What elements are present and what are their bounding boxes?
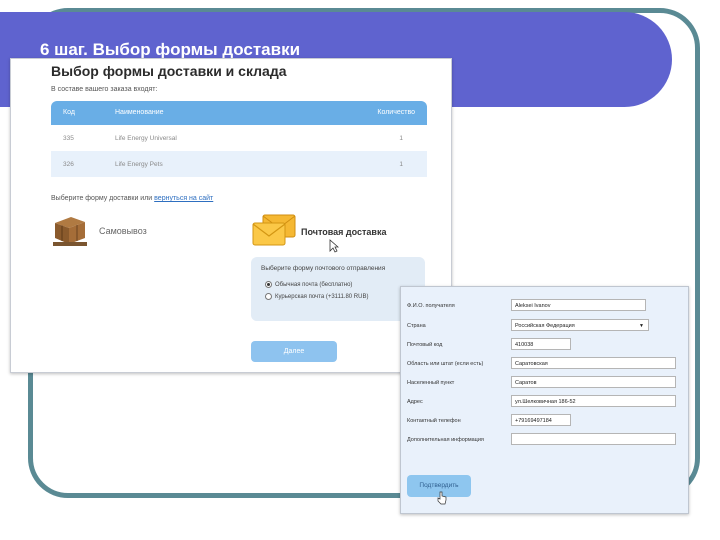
form-label: Страна <box>407 323 426 329</box>
box-icon[interactable] <box>51 213 89 247</box>
shipping-page-title: Выбор формы доставки и склада <box>51 63 287 79</box>
additional-info-field[interactable] <box>511 433 676 445</box>
return-to-site-link[interactable]: вернуться на сайт <box>154 195 213 202</box>
form-label: Населенный пункт <box>407 380 455 386</box>
post-type-title: Выберите форму почтового отправления <box>261 265 386 272</box>
choose-prompt: Выберите форму доставки или <box>51 195 153 202</box>
shipping-screenshot: Выбор формы доставки и склада В составе … <box>10 58 452 373</box>
order-note: В составе вашего заказа входят: <box>51 86 158 93</box>
form-label: Область или штат (если есть) <box>407 361 484 367</box>
row-name: Life Energy Universal <box>115 135 177 142</box>
phone-field[interactable]: +79169497184 <box>511 414 571 426</box>
address-form-screenshot: Ф.И.О. получателя Aleksei Ivanov Страна … <box>400 286 689 514</box>
form-label: Контактный телефон <box>407 418 461 424</box>
slide-title: 6 шаг. Выбор формы доставки <box>40 40 301 59</box>
mouse-cursor-icon <box>437 491 447 505</box>
envelope-icon[interactable] <box>251 213 297 249</box>
recipient-name-field[interactable]: Aleksei Ivanov <box>511 299 646 311</box>
radio-checked-icon <box>265 281 272 288</box>
row-name: Life Energy Pets <box>115 161 163 168</box>
row-code: 326 <box>63 161 74 168</box>
row-qty: 1 <box>399 135 403 142</box>
region-field[interactable]: Саратовская <box>511 357 676 369</box>
choose-shipping-text: Выберите форму доставки или вернуться на… <box>51 195 213 202</box>
post-type-panel: Выберите форму почтового отправления Обы… <box>251 257 425 321</box>
radio-label: Курьерская почта (+3111.80 RUB) <box>275 294 369 301</box>
next-button[interactable]: Далее <box>251 341 337 362</box>
city-field[interactable]: Саратов <box>511 376 676 388</box>
table-header: Код Наименование Количество <box>51 101 427 125</box>
column-header-code: Код <box>63 109 75 116</box>
table-row: 335 Life Energy Universal 1 <box>51 125 427 151</box>
table-row: 326 Life Energy Pets 1 <box>51 151 427 177</box>
mouse-cursor-icon <box>329 239 339 253</box>
column-header-qty: Количество <box>377 109 415 116</box>
chevron-down-icon: ▼ <box>639 323 644 329</box>
form-label: Ф.И.О. получателя <box>407 303 455 309</box>
postal-code-field[interactable]: 410038 <box>511 338 571 350</box>
country-value: Российская Федерация <box>515 323 575 329</box>
regular-mail-radio[interactable]: Обычная почта (бесплатно) <box>265 281 352 288</box>
form-label: Почтовый код <box>407 342 443 348</box>
radio-unchecked-icon <box>265 293 272 300</box>
address-field[interactable]: ул.Шелковичная 186-52 <box>511 395 676 407</box>
post-delivery-option[interactable]: Почтовая доставка <box>301 227 386 237</box>
row-qty: 1 <box>399 161 403 168</box>
form-label: Дополнительная информация <box>407 437 484 443</box>
form-label: Адрес <box>407 399 423 405</box>
column-header-name: Наименование <box>115 109 164 116</box>
order-table: Код Наименование Количество 335 Life Ene… <box>51 101 427 177</box>
pickup-option[interactable]: Самовывоз <box>99 226 147 236</box>
radio-label: Обычная почта (бесплатно) <box>275 282 353 289</box>
courier-mail-radio[interactable]: Курьерская почта (+3111.80 RUB) <box>265 293 368 300</box>
country-select[interactable]: Российская Федерация ▼ <box>511 319 649 331</box>
row-code: 335 <box>63 135 74 142</box>
